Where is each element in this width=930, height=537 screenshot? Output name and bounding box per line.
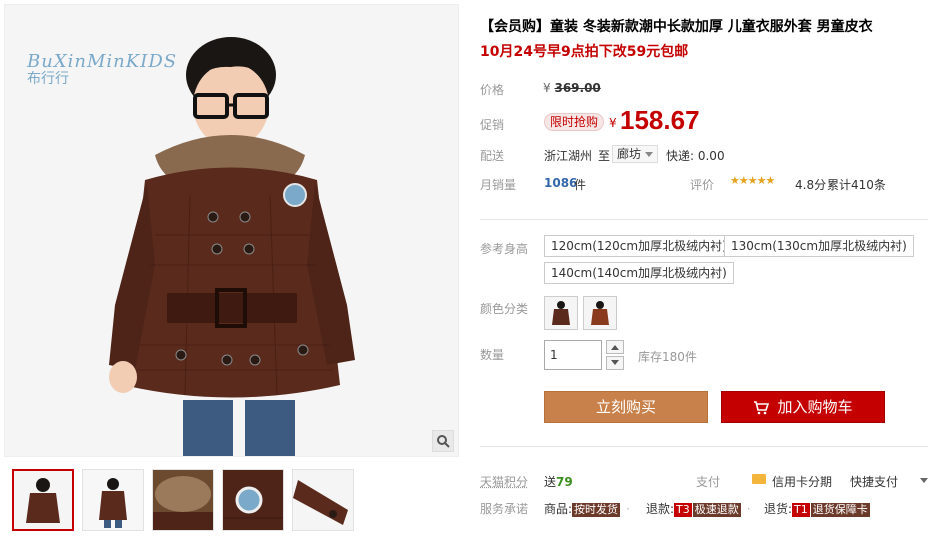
review-count-link[interactable]: 累计410条 (827, 176, 886, 193)
service-badge: 按时发货 (572, 503, 621, 517)
chevron-down-icon (611, 360, 619, 365)
quantity-decrease-button[interactable] (606, 356, 624, 370)
thumbnail-3[interactable] (152, 469, 214, 531)
original-price: ¥ 369.00 (543, 81, 601, 95)
tmall-points-label[interactable]: 天猫积分 (480, 473, 528, 490)
points-number: 79 (556, 475, 573, 489)
product-promo-note: 10月24号早9点拍下改59元包邮 (480, 44, 689, 60)
monthly-sales-label: 月销量 (480, 178, 517, 192)
stock-info: 库存180件 (638, 350, 697, 364)
product-details: 【会员购】童装 冬装新款潮中长款加厚 儿童衣服外套 男童皮衣 10月24号早9点… (470, 0, 930, 537)
promo-tag: 限时抢购 (544, 113, 605, 131)
service-tag: T3 (674, 503, 692, 517)
credit-card-icon (752, 474, 766, 484)
divider (480, 219, 928, 220)
points-value: 送79 (544, 473, 573, 490)
promo-label: 促销 (480, 118, 505, 132)
thumbnail-1[interactable] (12, 469, 74, 531)
service-prefix: 退款: (646, 502, 675, 516)
size-option-140[interactable]: 140cm(140cm加厚北极绒内衬) (544, 262, 734, 284)
size-option-120[interactable]: 120cm(120cm加厚北极绒内衬) (544, 235, 734, 257)
brand-logo: BuXinMinKIDS 布行行 (27, 51, 177, 91)
thumbnail-2[interactable] (82, 469, 144, 531)
size-label: 参考身高 (480, 242, 529, 256)
separator-dot: · (626, 502, 630, 516)
destination-select[interactable]: 廊坊 (612, 145, 659, 163)
chevron-down-icon (645, 152, 654, 157)
service-tag: T1 (792, 503, 810, 517)
service-prefix: 商品: (544, 502, 573, 516)
destination-value: 廊坊 (617, 147, 642, 161)
size-option-130[interactable]: 130cm(130cm加厚北极绒内衬) (724, 235, 914, 257)
monthly-sales-unit: 件 (574, 178, 587, 192)
chevron-down-icon[interactable] (920, 478, 928, 483)
quantity-input[interactable]: 1 (544, 340, 602, 370)
star-rating-icon: ★★★★★ (730, 174, 775, 187)
divider (480, 446, 928, 447)
current-currency-symbol: ¥ (609, 116, 617, 130)
price-label: 价格 (480, 83, 505, 97)
main-product-image[interactable]: BuXinMinKIDS 布行行 (4, 4, 459, 457)
original-price-value: 369.00 (554, 81, 601, 95)
quantity-increase-button[interactable] (606, 340, 624, 354)
service-fast-refund[interactable]: 退款: T3 极速退款 · (646, 500, 751, 517)
thumbnail-strip (12, 469, 354, 531)
points-prefix: 送 (544, 475, 557, 489)
service-badge: 退货保障卡 (810, 503, 870, 517)
add-to-cart-button[interactable]: 加入购物车 (721, 391, 885, 423)
product-title: 【会员购】童装 冬装新款潮中长款加厚 儿童衣服外套 男童皮衣 (480, 19, 873, 35)
service-label: 服务承诺 (480, 502, 529, 516)
add-to-cart-label: 加入购物车 (777, 398, 853, 416)
service-return-guarantee[interactable]: 退货: T1 退货保障卡 (764, 500, 870, 517)
ship-to-label: 至 (598, 149, 611, 163)
shipping-fee: 快递: 0.00 (666, 149, 725, 163)
monthly-sales-count: 1086 (544, 176, 578, 190)
service-prefix: 退货: (764, 502, 793, 516)
service-on-time-shipping[interactable]: 商品: 按时发货 · (544, 500, 630, 517)
credit-installment[interactable]: 信用卡分期 (772, 473, 832, 490)
payment-label: 支付 (696, 475, 721, 489)
magnifier-icon[interactable] (432, 430, 454, 452)
color-label: 颜色分类 (480, 302, 529, 316)
service-badge: 极速退款 (692, 503, 741, 517)
currency-symbol: ¥ (543, 81, 551, 95)
cart-icon (754, 400, 770, 414)
color-option-2[interactable] (583, 296, 617, 330)
thumbnail-4[interactable] (222, 469, 284, 531)
chevron-up-icon (611, 345, 619, 350)
thumbnail-5[interactable] (292, 469, 354, 531)
separator-dot: · (746, 502, 751, 516)
buy-now-button[interactable]: 立刻购买 (544, 391, 708, 423)
rating-score: 4.8分 (795, 178, 827, 192)
quick-pay-dropdown[interactable]: 快捷支付 (850, 473, 898, 490)
shipping-label: 配送 (480, 149, 505, 163)
ship-from: 浙江湖州 (544, 149, 593, 163)
quantity-label: 数量 (480, 348, 505, 362)
rating-label: 评价 (690, 178, 715, 192)
color-option-1[interactable] (544, 296, 578, 330)
current-price: 158.67 (620, 105, 700, 135)
